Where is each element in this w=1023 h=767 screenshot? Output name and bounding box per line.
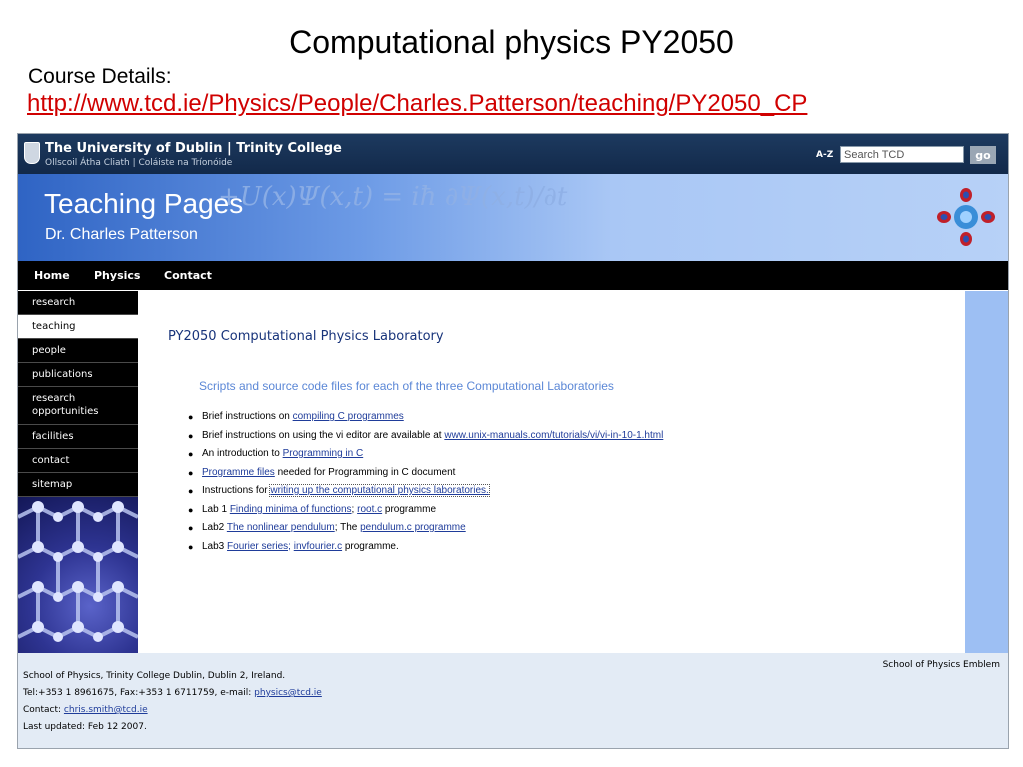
contact-email-link[interactable]: chris.smith@tcd.ie — [64, 705, 148, 715]
molecule-orbital-icon — [937, 188, 995, 246]
banner-title: Teaching Pages — [44, 188, 244, 219]
list-item: Brief instructions on using the vi edito… — [188, 428, 663, 447]
footer-contact: Contact: chris.smith@tcd.ie — [23, 705, 148, 715]
sidebar: research teaching people publications re… — [18, 291, 138, 653]
physics-email-link[interactable]: physics@tcd.ie — [254, 688, 322, 698]
page-heading: PY2050 Computational Physics Laboratory — [168, 329, 444, 344]
sidebar-item-teaching[interactable]: teaching — [18, 315, 138, 339]
programming-in-c-link[interactable]: Programming in C — [283, 448, 364, 459]
list-item: Lab3 Fourier series; invfourier.c progra… — [188, 539, 663, 558]
footer-last-updated: Last updated: Feb 12 2007. — [23, 722, 147, 732]
list-item: Lab 1 Finding minima of functions; root.… — [188, 502, 663, 521]
sidebar-item-research[interactable]: research — [18, 291, 138, 315]
list-item: Programme files needed for Programming i… — [188, 465, 663, 484]
university-header-bar: The University of Dublin | Trinity Colle… — [18, 134, 1008, 174]
nonlinear-pendulum-link[interactable]: The nonlinear pendulum — [227, 522, 335, 533]
finding-minima-link[interactable]: Finding minima of functions — [230, 504, 352, 515]
course-details-label: Course Details: — [28, 65, 172, 88]
sidebar-item-publications[interactable]: publications — [18, 363, 138, 387]
web-page-screenshot: The University of Dublin | Trinity Colle… — [17, 133, 1009, 749]
pendulum-c-link[interactable]: pendulum.c programme — [360, 522, 466, 533]
root-c-link[interactable]: root.c — [357, 504, 382, 515]
crystal-lattice-image — [18, 497, 138, 653]
search-input[interactable] — [840, 146, 964, 163]
a-z-link[interactable]: A-Z — [816, 150, 833, 160]
footer-address: School of Physics, Trinity College Dubli… — [23, 671, 286, 681]
school-emblem-alt-text: School of Physics Emblem — [882, 660, 1000, 670]
nav-physics[interactable]: Physics — [94, 269, 140, 282]
sidebar-item-sitemap[interactable]: sitemap — [18, 473, 138, 497]
course-url-link[interactable]: http://www.tcd.ie/Physics/People/Charles… — [27, 89, 807, 119]
teaching-pages-banner: +U(x)Ψ(x,t) = iħ ∂Ψ(x,t)/∂t Teaching Pag… — [18, 174, 1008, 261]
sidebar-item-research-opportunities[interactable]: research opportunities — [18, 387, 138, 425]
list-item: Lab2 The nonlinear pendulum; The pendulu… — [188, 520, 663, 539]
slide-title: Computational physics PY2050 — [289, 24, 734, 60]
page-subheading: Scripts and source code files for each o… — [199, 379, 614, 393]
sidebar-item-facilities[interactable]: facilities — [18, 425, 138, 449]
list-item: An introduction to Programming in C — [188, 446, 663, 465]
right-decorative-strip — [965, 291, 1008, 653]
list-item: Instructions for writing up the computat… — [188, 483, 663, 502]
schrodinger-equation-graphic: +U(x)Ψ(x,t) = iħ ∂Ψ(x,t)/∂t — [218, 182, 568, 212]
compiling-c-link[interactable]: compiling C programmes — [293, 411, 404, 422]
writing-up-labs-link[interactable]: writing up the computational physics lab… — [269, 484, 490, 497]
nav-contact[interactable]: Contact — [164, 269, 212, 282]
top-navigation: Home Physics Contact — [18, 261, 1008, 290]
nav-home[interactable]: Home — [34, 269, 70, 282]
banner-subtitle: Dr. Charles Patterson — [45, 226, 198, 243]
invfourier-c-link[interactable]: invfourier.c — [294, 541, 342, 552]
page-footer: School of Physics Emblem School of Physi… — [18, 653, 1008, 748]
university-name-irish: Ollscoil Átha Cliath | Coláiste na Tríon… — [45, 158, 233, 168]
list-item: Brief instructions on compiling C progra… — [188, 409, 663, 428]
trinity-crest-icon — [24, 142, 40, 164]
vi-tutorial-link[interactable]: www.unix-manuals.com/tutorials/vi/vi-in-… — [444, 430, 663, 441]
sidebar-item-contact[interactable]: contact — [18, 449, 138, 473]
sidebar-item-people[interactable]: people — [18, 339, 138, 363]
university-name[interactable]: The University of Dublin | Trinity Colle… — [45, 141, 342, 156]
programme-files-link[interactable]: Programme files — [202, 467, 275, 478]
resource-list: Brief instructions on compiling C progra… — [188, 409, 663, 557]
search-go-button[interactable]: go — [970, 146, 996, 164]
main-content: PY2050 Computational Physics Laboratory … — [138, 291, 965, 653]
fourier-series-link[interactable]: Fourier series; — [227, 541, 291, 552]
footer-phone: Tel:+353 1 8961675, Fax:+353 1 6711759, … — [23, 688, 322, 698]
